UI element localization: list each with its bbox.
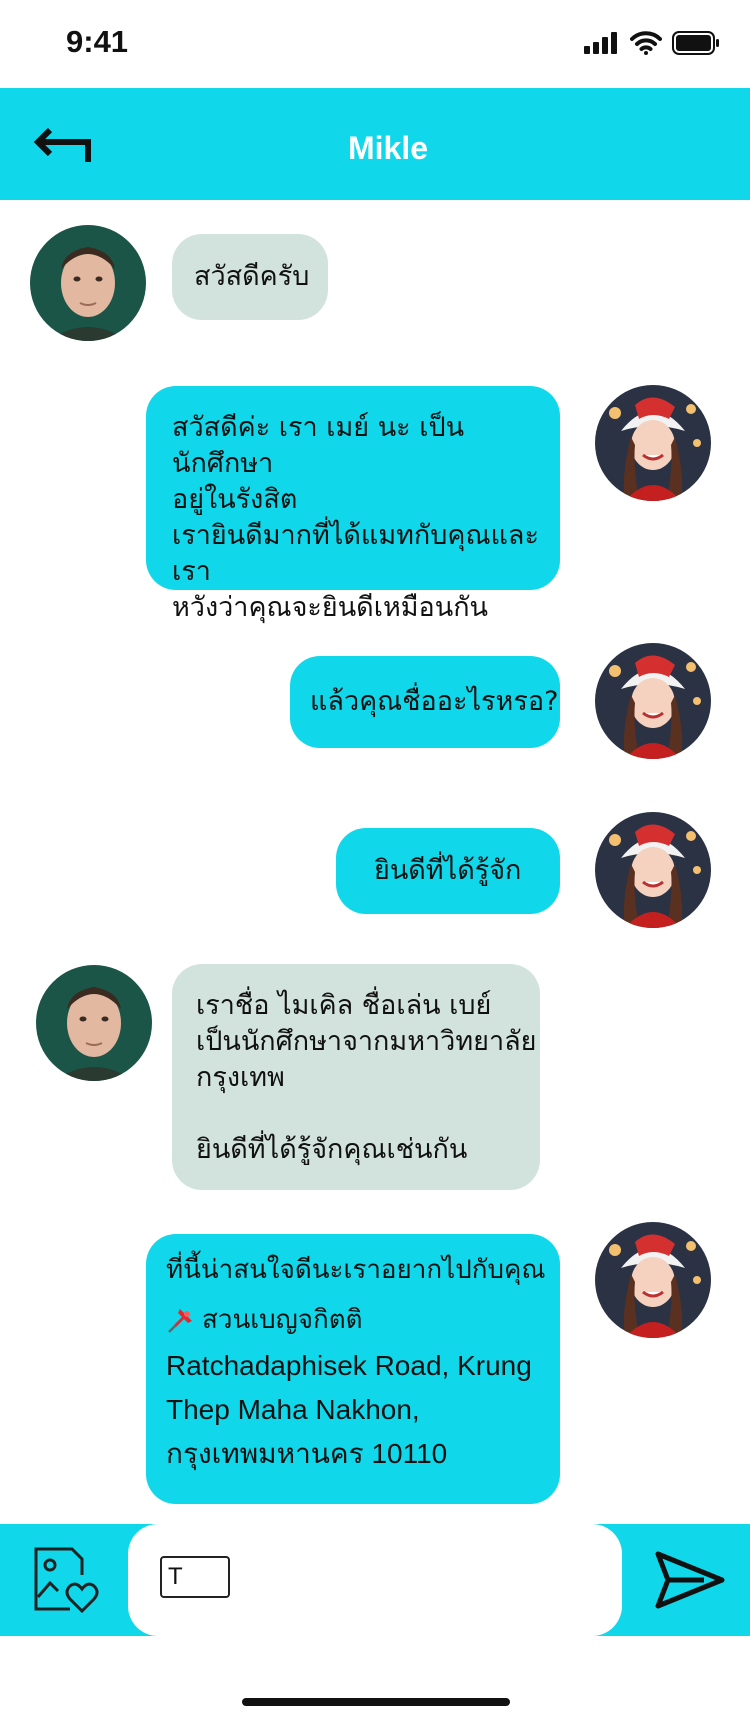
status-time: 9:41 [66,24,129,59]
send-icon [655,1551,725,1609]
message-text: ยินดีที่ได้รู้จัก [374,855,522,886]
message-line: เราชื่อ ไมเคิล ชื่อเล่น เบย์ [196,990,492,1021]
home-indicator [242,1698,510,1706]
message-text: ที่นี้น่าสนใจดีนะเราอยากไปกับคุณ [166,1255,546,1285]
message-bubble-incoming: สวัสดีครับ [172,234,328,320]
avatar-me[interactable] [595,385,711,501]
message-line: กรุงเทพ [196,1062,285,1093]
message-text: สวัสดีครับ [194,261,310,292]
message-text: แล้วคุณชื่ออะไรหรอ? [310,686,559,717]
location-address: Ratchadaphisek Road, Krung Thep Maha Nak… [166,1344,560,1476]
avatar-me[interactable] [595,812,711,928]
message-bubble-outgoing: แล้วคุณชื่ออะไรหรอ? [290,656,560,748]
text-input-value[interactable]: T [160,1556,230,1598]
avatar-mikle[interactable] [30,225,146,341]
chat-title: Mikle [347,130,429,166]
message-line: เป็นนักศึกษาจากมหาวิทยาลัย [196,1026,537,1057]
send-button[interactable] [652,1548,728,1612]
location-name-row: สวนเบญจกิตติ [166,1302,560,1338]
signal-icon [584,32,617,54]
message-line: หวังว่าคุณจะยินดีเหมือนกัน [172,592,489,623]
image-heart-icon [34,1547,99,1614]
message-bubble-location[interactable]: ที่นี้น่าสนใจดีนะเราอยากไปกับคุณ สวนเบญจ… [146,1234,560,1504]
message-bubble-outgoing: ยินดีที่ได้รู้จัก [336,828,560,914]
pushpin-icon [168,1309,192,1333]
message-bubble-outgoing: สวัสดีค่ะ เรา เมย์ นะ เป็นนักศึกษา อยู่ใ… [146,386,560,623]
address-line: กรุงเทพมหานคร 10110 [166,1438,448,1469]
avatar-mikle[interactable] [36,965,152,1081]
message-line: อยู่ในรังสิต [172,484,298,515]
avatar-me[interactable] [595,643,711,759]
wifi-icon [630,31,662,55]
message-line: ยินดีที่ได้รู้จักคุณเช่นกัน [196,1134,468,1165]
message-line: สวัสดีค่ะ เรา เมย์ นะ เป็นนักศึกษา [172,412,465,479]
gallery-button[interactable] [30,1543,102,1615]
battery-icon [672,31,719,55]
message-line: เรายินดีมากที่ได้แมทกับคุณและเรา [172,520,539,587]
avatar-me[interactable] [595,1222,711,1338]
address-line: Thep Maha Nakhon, [166,1394,420,1425]
location-name: สวนเบญจกิตติ [202,1305,363,1335]
message-bubble-incoming: เราชื่อ ไมเคิล ชื่อเล่น เบย์ เป็นนักศึกษ… [172,964,540,1190]
status-icons [584,31,720,55]
address-line: Ratchadaphisek Road, Krung [166,1350,532,1381]
